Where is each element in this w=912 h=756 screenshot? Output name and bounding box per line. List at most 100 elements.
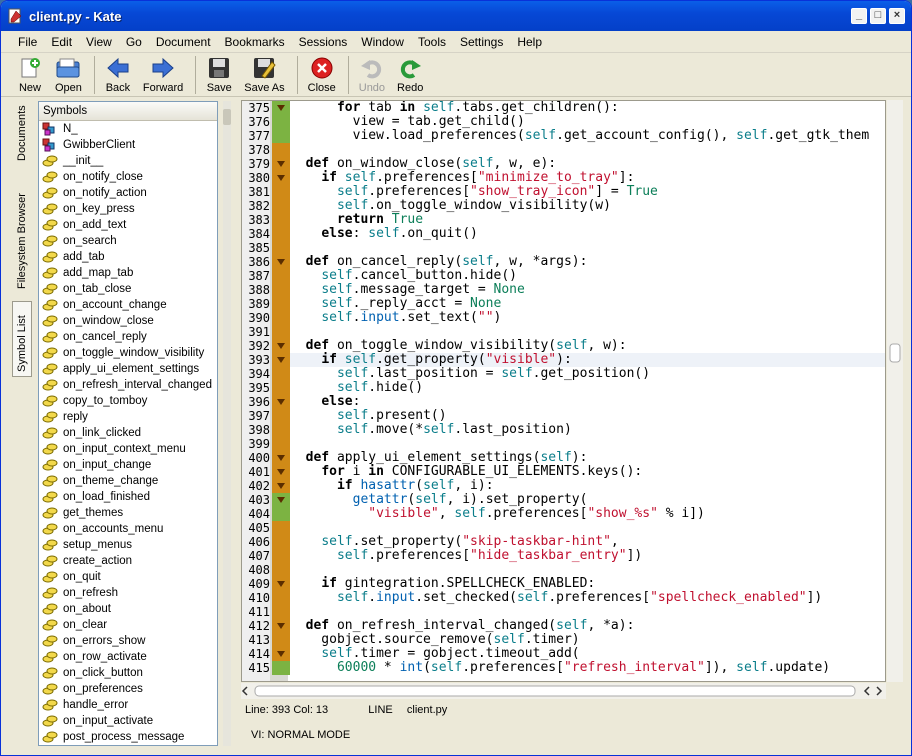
menu-window[interactable]: Window — [354, 35, 411, 49]
open-button[interactable]: Open — [55, 56, 82, 94]
symbols-header[interactable]: Symbols — [39, 102, 217, 121]
code-line[interactable]: 388 self.message_target = None — [248, 283, 885, 297]
symbol-item[interactable]: on_input_activate — [39, 713, 217, 729]
fold-arrow-icon[interactable] — [272, 619, 290, 633]
symbol-item[interactable]: on_clear — [39, 617, 217, 633]
code-editor[interactable]: 375 for tab in self.tabs.get_children():… — [241, 100, 886, 682]
code-line[interactable]: 382 self.on_toggle_window_visibility(w) — [248, 199, 885, 213]
symbol-item[interactable]: on_add_text — [39, 217, 217, 233]
code-area[interactable]: 375 for tab in self.tabs.get_children():… — [248, 101, 885, 675]
menu-bookmarks[interactable]: Bookmarks — [218, 35, 292, 49]
editor-vertical-scrollbar[interactable] — [887, 100, 903, 682]
code-line[interactable]: 384 else: self.on_quit() — [248, 227, 885, 241]
code-line[interactable]: 404 "visible", self.preferences["show_%s… — [248, 507, 885, 521]
save-as-button[interactable]: Save As — [244, 56, 285, 94]
tab-filesystem-browser[interactable]: Filesystem Browser — [12, 169, 32, 293]
symbol-item[interactable]: on_about — [39, 601, 217, 617]
code-line[interactable]: 413 gobject.source_remove(self.timer) — [248, 633, 885, 647]
symbol-item[interactable]: on_cancel_reply — [39, 329, 217, 345]
code-line[interactable]: 394 self.last_position = self.get_positi… — [248, 367, 885, 381]
fold-arrow-icon[interactable] — [272, 479, 290, 493]
symbol-item[interactable]: on_refresh_interval_changed — [39, 377, 217, 393]
code-line[interactable]: 401 for i in CONFIGURABLE_UI_ELEMENTS.ke… — [248, 465, 885, 479]
fold-arrow-icon[interactable] — [272, 101, 290, 115]
symbol-item[interactable]: add_map_tab — [39, 265, 217, 281]
symbol-item[interactable]: on_quit — [39, 569, 217, 585]
menu-sessions[interactable]: Sessions — [292, 35, 355, 49]
code-line[interactable]: 407 self.preferences["hide_taskbar_entry… — [248, 549, 885, 563]
code-line[interactable]: 390 self.input.set_text("") — [248, 311, 885, 325]
symbol-item[interactable]: on_window_close — [39, 313, 217, 329]
symbol-item[interactable]: on_link_clicked — [39, 425, 217, 441]
symbol-item[interactable]: reply — [39, 409, 217, 425]
symbol-item[interactable]: handle_error — [39, 697, 217, 713]
redo-button[interactable]: Redo — [397, 56, 423, 94]
fold-arrow-icon[interactable] — [272, 339, 290, 353]
code-line[interactable]: 391 — [248, 325, 885, 339]
tab-symbol-list[interactable]: Symbol List — [12, 301, 32, 377]
code-line[interactable]: 387 self.cancel_button.hide() — [248, 269, 885, 283]
fold-arrow-icon[interactable] — [272, 493, 290, 507]
symbol-item[interactable]: add_tab — [39, 249, 217, 265]
code-line[interactable]: 398 self.move(*self.last_position) — [248, 423, 885, 437]
code-line[interactable]: 399 — [248, 437, 885, 451]
fold-arrow-icon[interactable] — [272, 451, 290, 465]
code-line[interactable]: 393 if self.get_property("visible"): — [248, 353, 885, 367]
code-line[interactable]: 412 def on_refresh_interval_changed(self… — [248, 619, 885, 633]
symbol-item[interactable]: GwibberClient — [39, 137, 217, 153]
fold-arrow-icon[interactable] — [272, 353, 290, 367]
code-line[interactable]: 378 — [248, 143, 885, 157]
symbol-list-scrollbar[interactable] — [222, 101, 232, 746]
code-line[interactable]: 381 self.preferences["show_tray_icon"] =… — [248, 185, 885, 199]
fold-arrow-icon[interactable] — [272, 255, 290, 269]
code-line[interactable]: 395 self.hide() — [248, 381, 885, 395]
menu-settings[interactable]: Settings — [453, 35, 510, 49]
menu-document[interactable]: Document — [149, 35, 218, 49]
symbol-item[interactable]: on_theme_change — [39, 473, 217, 489]
code-line[interactable]: 409 if gintegration.SPELLCHECK_ENABLED: — [248, 577, 885, 591]
symbol-item[interactable]: N_ — [39, 121, 217, 137]
menu-file[interactable]: File — [11, 35, 44, 49]
forward-button[interactable]: Forward — [143, 56, 183, 94]
symbol-item[interactable]: copy_to_tomboy — [39, 393, 217, 409]
symbol-item[interactable]: on_account_change — [39, 297, 217, 313]
undo-button[interactable]: Undo — [359, 56, 385, 94]
title-bar[interactable]: client.py - Kate _ □ × — [1, 1, 911, 31]
symbol-item[interactable]: on_refresh — [39, 585, 217, 601]
code-line[interactable]: 375 for tab in self.tabs.get_children(): — [248, 101, 885, 115]
symbol-item[interactable]: setup_menus — [39, 537, 217, 553]
code-line[interactable]: 406 self.set_property("skip-taskbar-hint… — [248, 535, 885, 549]
code-line[interactable]: 389 self._reply_acct = None — [248, 297, 885, 311]
menu-go[interactable]: Go — [119, 35, 149, 49]
code-line[interactable]: 408 — [248, 563, 885, 577]
symbol-item[interactable]: on_click_button — [39, 665, 217, 681]
code-line[interactable]: 411 — [248, 605, 885, 619]
code-line[interactable]: 386 def on_cancel_reply(self, w, *args): — [248, 255, 885, 269]
code-line[interactable]: 400 def apply_ui_element_settings(self): — [248, 451, 885, 465]
code-line[interactable]: 415 60000 * int(self.preferences["refres… — [248, 661, 885, 675]
code-line[interactable]: 385 — [248, 241, 885, 255]
code-line[interactable]: 410 self.input.set_checked(self.preferen… — [248, 591, 885, 605]
symbol-item[interactable]: post_process_message — [39, 729, 217, 745]
code-line[interactable]: 392 def on_toggle_window_visibility(self… — [248, 339, 885, 353]
fold-arrow-icon[interactable] — [272, 647, 290, 661]
symbol-item[interactable]: on_tab_close — [39, 281, 217, 297]
code-line[interactable]: 380 if self.preferences["minimize_to_tra… — [248, 171, 885, 185]
new-button[interactable]: New — [17, 56, 43, 94]
maximize-button[interactable]: □ — [870, 8, 886, 24]
fold-arrow-icon[interactable] — [272, 171, 290, 185]
symbol-item[interactable]: on_notify_action — [39, 185, 217, 201]
menu-edit[interactable]: Edit — [44, 35, 79, 49]
code-line[interactable]: 396 else: — [248, 395, 885, 409]
close-window-button[interactable]: × — [889, 8, 905, 24]
fold-arrow-icon[interactable] — [272, 577, 290, 591]
symbol-item[interactable]: on_notify_close — [39, 169, 217, 185]
menu-help[interactable]: Help — [510, 35, 549, 49]
code-line[interactable]: 405 — [248, 521, 885, 535]
fold-arrow-icon[interactable] — [272, 395, 290, 409]
symbol-item[interactable]: on_input_change — [39, 457, 217, 473]
symbol-item[interactable]: __init__ — [39, 153, 217, 169]
symbol-item[interactable]: on_toggle_window_visibility — [39, 345, 217, 361]
symbol-item[interactable]: on_row_activate — [39, 649, 217, 665]
code-line[interactable]: 377 view.load_preferences(self.get_accou… — [248, 129, 885, 143]
